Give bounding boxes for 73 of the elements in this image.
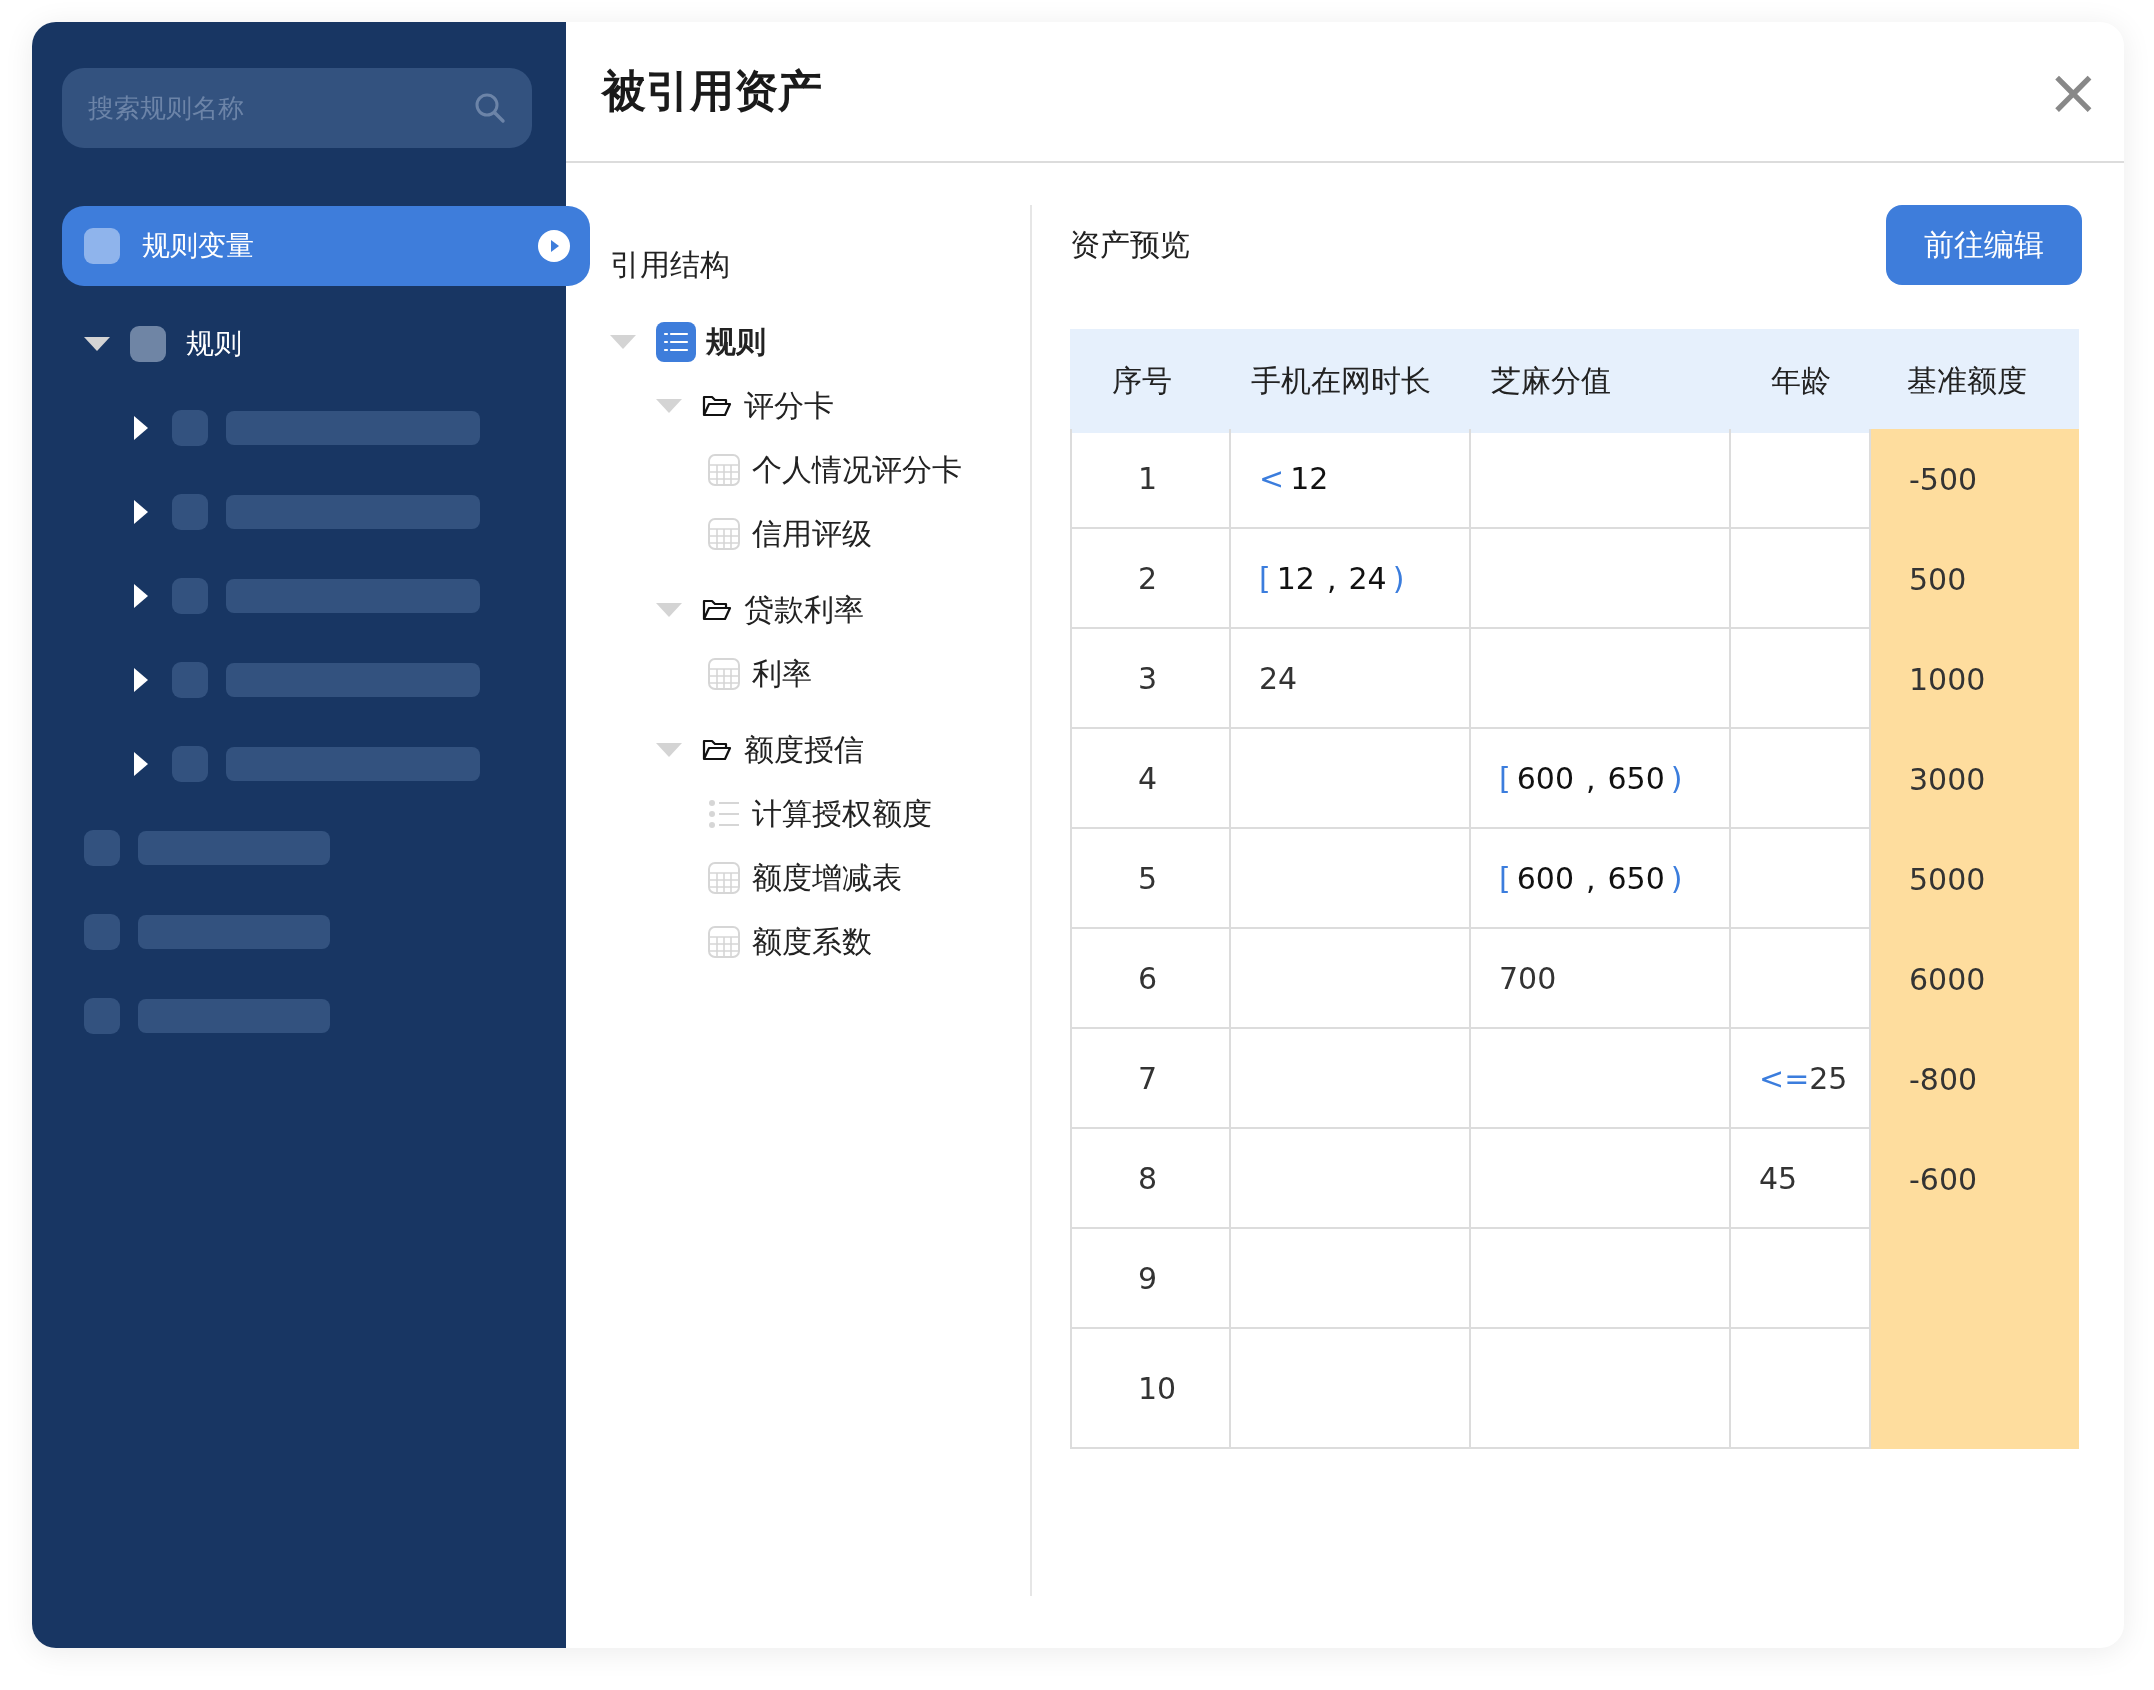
table-cell: 24 xyxy=(1231,629,1471,729)
placeholder-square xyxy=(84,914,120,950)
column-header: 手机在网时长 xyxy=(1231,329,1471,433)
table-cell: 500 xyxy=(1871,529,2079,629)
play-circle-icon[interactable] xyxy=(538,230,570,262)
collapsed-triangle-icon[interactable] xyxy=(134,668,148,692)
tree-item[interactable]: 额度授信 xyxy=(744,729,864,771)
folder-icon xyxy=(702,394,732,418)
table-icon xyxy=(708,518,740,550)
edit-button[interactable]: 前往编辑 xyxy=(1886,205,2082,285)
placeholder-square xyxy=(172,494,208,530)
table-icon xyxy=(708,658,740,690)
sidebar-item[interactable]: 规则变量 xyxy=(62,206,590,286)
placeholder-square xyxy=(172,662,208,698)
table-cell: 5 xyxy=(1070,829,1231,929)
table-icon xyxy=(708,454,740,486)
table-cell: 1000 xyxy=(1871,629,2079,729)
table-cell: 6 xyxy=(1070,929,1231,1029)
search-field[interactable]: 搜索规则名称 xyxy=(62,68,532,148)
placeholder-square xyxy=(172,746,208,782)
expand-triangle-icon[interactable] xyxy=(84,337,110,351)
placeholder-square xyxy=(172,410,208,446)
table-cell: [ 12 , 24 ) xyxy=(1231,529,1471,629)
list-icon xyxy=(656,322,696,362)
table-cell: 8 xyxy=(1070,1129,1231,1229)
table-icon xyxy=(708,862,740,894)
placeholder-square xyxy=(172,578,208,614)
tree-item[interactable]: 规则 xyxy=(706,321,766,363)
tree-item[interactable]: 计算授权额度 xyxy=(752,793,932,835)
table-cell: -600 xyxy=(1871,1129,2079,1229)
column-header: 年龄 xyxy=(1731,329,1871,433)
collapsed-triangle-icon[interactable] xyxy=(134,752,148,776)
tree-item[interactable]: 评分卡 xyxy=(744,385,834,427)
table-cell: 9 xyxy=(1070,1229,1231,1329)
table-cell: 2 xyxy=(1070,529,1231,629)
tree-item[interactable]: 额度系数 xyxy=(752,921,872,963)
table-cell: 6000 xyxy=(1871,929,2079,1029)
table-cell: [ 600 , 650 ) xyxy=(1471,729,1731,829)
table-cell: 1 xyxy=(1070,429,1231,529)
table-cell: -500 xyxy=(1871,429,2079,529)
dialog-title: 被引用资产 xyxy=(602,64,822,118)
square-icon xyxy=(84,228,120,264)
section-heading: 引用结构 xyxy=(610,246,731,284)
table-cell: 3 xyxy=(1070,629,1231,729)
column-header: 序号 xyxy=(1070,329,1231,433)
folder-icon xyxy=(702,738,732,762)
close-button[interactable]: × xyxy=(2046,59,2100,124)
table-cell: -800 xyxy=(1871,1029,2079,1129)
table-cell: 700 xyxy=(1471,929,1731,1029)
tree-item[interactable]: 额度增减表 xyxy=(752,857,902,899)
collapsed-triangle-icon[interactable] xyxy=(134,416,148,440)
square-icon xyxy=(130,326,166,362)
tree-item[interactable]: 信用评级 xyxy=(752,513,872,555)
collapsed-triangle-icon[interactable] xyxy=(134,584,148,608)
table-icon xyxy=(708,926,740,958)
tree-item[interactable]: 利率 xyxy=(752,653,812,695)
placeholder-square xyxy=(84,998,120,1034)
table-cell: 4 xyxy=(1070,729,1231,829)
list-icon xyxy=(708,798,740,830)
collapsed-triangle-icon[interactable] xyxy=(134,500,148,524)
table-cell: < 12 xyxy=(1231,429,1471,529)
table-cell: 10 xyxy=(1070,1329,1231,1449)
column-header: 芝麻分值 xyxy=(1471,329,1731,433)
placeholder-square xyxy=(84,830,120,866)
section-heading: 资产预览 xyxy=(1070,225,1190,264)
table-cell: 7 xyxy=(1070,1029,1231,1129)
table-cell: [ 600 , 650 ) xyxy=(1471,829,1731,929)
table-cell: 5000 xyxy=(1871,829,2079,929)
tree-item[interactable]: 贷款利率 xyxy=(744,589,864,631)
folder-icon xyxy=(702,598,732,622)
tree-item[interactable]: 个人情况评分卡 xyxy=(752,449,962,491)
sidebar-item[interactable]: 规则 xyxy=(62,322,566,366)
table-cell: 3000 xyxy=(1871,729,2079,829)
